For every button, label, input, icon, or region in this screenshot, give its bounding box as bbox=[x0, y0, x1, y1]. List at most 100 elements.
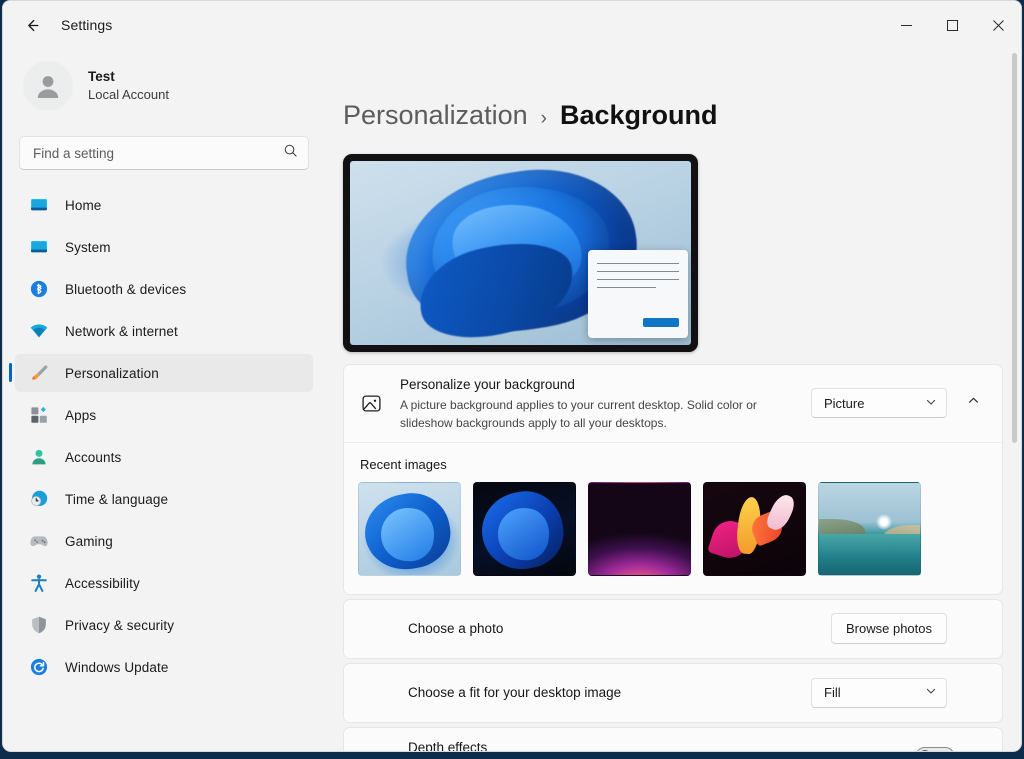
sidebar-item-label: Network & internet bbox=[65, 324, 178, 339]
desktop-image-fit-value: Fill bbox=[824, 685, 841, 700]
monitor-screen bbox=[350, 161, 691, 345]
sidebar-item-label: Time & language bbox=[65, 492, 168, 507]
personalize-background-subtitle: A picture background applies to your cur… bbox=[400, 396, 800, 432]
chevron-down-icon bbox=[925, 685, 937, 700]
sidebar-item-label: Privacy & security bbox=[65, 618, 174, 633]
account-tile[interactable]: Test Local Account bbox=[15, 53, 313, 119]
app-title: Settings bbox=[61, 17, 112, 33]
browse-photos-button[interactable]: Browse photos bbox=[831, 613, 947, 644]
depth-effects-toggle[interactable] bbox=[915, 747, 955, 751]
choose-fit-controls: Fill bbox=[811, 678, 988, 708]
breadcrumb: Personalization › Background bbox=[343, 102, 1021, 129]
window-body: Test Local Account Home System Bluetooth &… bbox=[3, 49, 1021, 751]
wifi-icon bbox=[27, 319, 51, 343]
system-monitor-icon bbox=[27, 235, 51, 259]
sidebar-item-label: Bluetooth & devices bbox=[65, 282, 186, 297]
clock-globe-icon bbox=[27, 487, 51, 511]
accounts-person-icon bbox=[27, 445, 51, 469]
sidebar-item-system[interactable]: System bbox=[15, 228, 313, 266]
breadcrumb-parent[interactable]: Personalization bbox=[343, 102, 528, 129]
recent-image-colorful-flower[interactable] bbox=[703, 482, 806, 576]
paintbrush-icon bbox=[27, 361, 51, 385]
recent-image-bloom-light[interactable] bbox=[358, 482, 461, 576]
account-subtitle: Local Account bbox=[88, 86, 169, 104]
depth-effects-row: Depth effects When available, use AI to … bbox=[344, 728, 1002, 751]
back-button[interactable] bbox=[15, 10, 49, 40]
home-monitor-icon bbox=[27, 193, 51, 217]
sidebar-item-apps[interactable]: Apps bbox=[15, 396, 313, 434]
chevron-up-icon bbox=[967, 394, 980, 412]
chevron-down-icon bbox=[925, 396, 937, 411]
sidebar-item-label: Accounts bbox=[65, 450, 121, 465]
account-name: Test bbox=[88, 68, 169, 86]
choose-fit-card: Choose a fit for your desktop image Fill bbox=[343, 663, 1003, 723]
search-icon bbox=[283, 143, 298, 163]
title-bar: Settings bbox=[3, 1, 1021, 49]
sidebar-item-time-language[interactable]: Time & language bbox=[15, 480, 313, 518]
sidebar-item-label: Personalization bbox=[65, 366, 159, 381]
personalize-background-text: Personalize your background A picture ba… bbox=[400, 365, 811, 442]
recent-images-strip bbox=[358, 482, 988, 576]
mock-text-line bbox=[597, 263, 679, 264]
sidebar-item-accessibility[interactable]: Accessibility bbox=[15, 564, 313, 602]
search-box[interactable] bbox=[19, 136, 309, 170]
bluetooth-icon bbox=[27, 277, 51, 301]
choose-photo-text: Choose a photo bbox=[358, 609, 831, 649]
choose-fit-text: Choose a fit for your desktop image bbox=[358, 673, 811, 713]
recent-images-title: Recent images bbox=[360, 457, 988, 472]
sidebar-item-gaming[interactable]: Gaming bbox=[15, 522, 313, 560]
accessibility-icon bbox=[27, 571, 51, 595]
choose-photo-controls: Browse photos bbox=[831, 613, 988, 644]
monitor-frame bbox=[343, 154, 698, 352]
mock-text-line bbox=[597, 271, 679, 272]
choose-photo-row: Choose a photo Browse photos bbox=[344, 600, 1002, 658]
sidebar-item-home[interactable]: Home bbox=[15, 186, 313, 224]
update-refresh-icon bbox=[27, 655, 51, 679]
sidebar-item-windows-update[interactable]: Windows Update bbox=[15, 648, 313, 686]
minimize-button[interactable] bbox=[883, 1, 929, 49]
toggle-knob bbox=[919, 750, 931, 751]
window-controls bbox=[883, 1, 1021, 49]
sidebar-item-accounts[interactable]: Accounts bbox=[15, 438, 313, 476]
sidebar-item-privacy-security[interactable]: Privacy & security bbox=[15, 606, 313, 644]
depth-effects-title: Depth effects bbox=[408, 738, 886, 751]
mock-text-line bbox=[597, 279, 679, 280]
choose-fit-row: Choose a fit for your desktop image Fill bbox=[344, 664, 1002, 722]
preview-mock-window bbox=[588, 250, 688, 338]
recent-image-bloom-dark[interactable] bbox=[473, 482, 576, 576]
sidebar-item-label: Windows Update bbox=[65, 660, 168, 675]
page-title: Background bbox=[560, 102, 718, 129]
choose-photo-title: Choose a photo bbox=[408, 619, 831, 639]
mock-text-line bbox=[597, 287, 656, 288]
content-scrollbar[interactable] bbox=[1012, 53, 1017, 443]
depth-effects-text: Depth effects When available, use AI to … bbox=[358, 728, 886, 751]
background-type-value: Picture bbox=[824, 396, 864, 411]
sidebar-item-label: Gaming bbox=[65, 534, 113, 549]
sidebar-item-network-internet[interactable]: Network & internet bbox=[15, 312, 313, 350]
shield-icon bbox=[27, 613, 51, 637]
choose-photo-card: Choose a photo Browse photos bbox=[343, 599, 1003, 659]
settings-cards: Personalize your background A picture ba… bbox=[343, 364, 1003, 751]
maximize-button[interactable] bbox=[929, 1, 975, 49]
background-type-dropdown[interactable]: Picture bbox=[811, 388, 947, 418]
sidebar-item-label: Accessibility bbox=[65, 576, 140, 591]
choose-fit-title: Choose a fit for your desktop image bbox=[408, 683, 811, 703]
close-button[interactable] bbox=[975, 1, 1021, 49]
recent-image-purple-glow[interactable] bbox=[588, 482, 691, 576]
settings-window: Settings bbox=[2, 0, 1022, 752]
desktop-image-fit-dropdown[interactable]: Fill bbox=[811, 678, 947, 708]
personalize-background-title: Personalize your background bbox=[400, 375, 811, 395]
gamepad-icon bbox=[27, 529, 51, 553]
sidebar-item-personalization[interactable]: Personalization bbox=[15, 354, 313, 392]
recent-image-landscape-lake[interactable] bbox=[818, 482, 921, 576]
search-input[interactable] bbox=[33, 146, 283, 161]
depth-effects-toggle-label: Off bbox=[886, 749, 903, 751]
breadcrumb-separator-icon: › bbox=[541, 109, 547, 128]
mock-button bbox=[643, 318, 679, 327]
personalize-background-controls: Picture bbox=[811, 388, 988, 418]
sidebar-item-label: System bbox=[65, 240, 111, 255]
personalize-background-row: Personalize your background A picture ba… bbox=[344, 365, 1002, 442]
collapse-section-button[interactable] bbox=[958, 388, 988, 418]
account-text: Test Local Account bbox=[88, 68, 169, 104]
sidebar-item-bluetooth-devices[interactable]: Bluetooth & devices bbox=[15, 270, 313, 308]
